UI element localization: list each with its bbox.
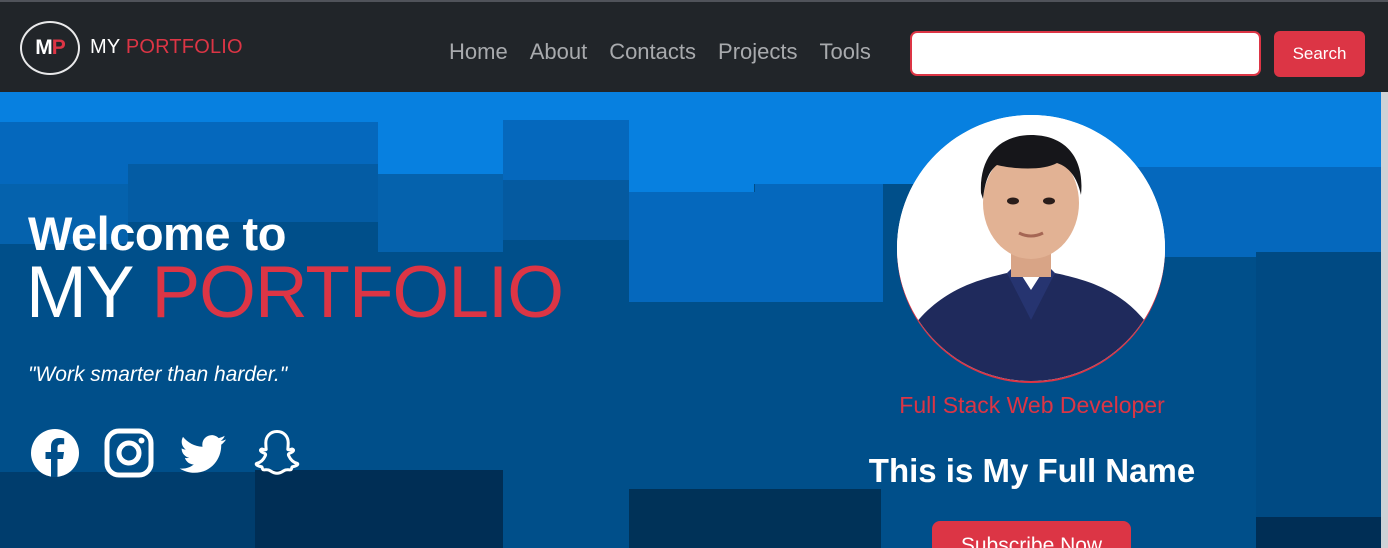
navbar: MP MY PORTFOLIO Home About Contacts Proj… [0, 2, 1388, 92]
hero-title-portfolio: PORTFOLIO [151, 252, 563, 333]
instagram-icon[interactable] [104, 428, 154, 478]
hero-title-my: MY [26, 252, 133, 333]
brand-name[interactable]: MY PORTFOLIO [90, 36, 243, 59]
logo-letter-p: P [51, 36, 66, 59]
logo-letter-m: M [35, 36, 52, 59]
brand-name-portfolio: PORTFOLIO [125, 36, 243, 58]
search-button[interactable]: Search [1274, 31, 1365, 77]
nav-link-home[interactable]: Home [449, 39, 508, 65]
nav-links: Home About Contacts Projects Tools [449, 39, 893, 65]
profile-name: This is My Full Name [868, 452, 1196, 489]
hero-tagline: "Work smarter than harder." [28, 363, 288, 386]
brand-name-my: MY [90, 36, 121, 58]
nav-link-projects[interactable]: Projects [718, 39, 797, 65]
subscribe-button[interactable]: Subscribe Now [932, 521, 1131, 548]
nav-link-contacts[interactable]: Contacts [609, 39, 696, 65]
nav-link-about[interactable]: About [530, 39, 588, 65]
profile-photo [897, 115, 1165, 381]
profile-portrait [897, 115, 1165, 381]
page-scrollbar[interactable] [1381, 92, 1388, 548]
social-links [30, 428, 302, 478]
nav-link-tools[interactable]: Tools [820, 39, 871, 65]
profile-role: Full Stack Web Developer [899, 392, 1165, 418]
search-input[interactable] [910, 31, 1261, 76]
brand-logo[interactable]: MP [20, 21, 80, 75]
hero-section: Welcome to MY PORTFOLIO "Work smarter th… [0, 92, 1382, 548]
twitter-icon[interactable] [178, 428, 228, 478]
hero-title: MY PORTFOLIO [26, 256, 564, 329]
snapchat-icon[interactable] [252, 428, 302, 478]
facebook-icon[interactable] [30, 428, 80, 478]
